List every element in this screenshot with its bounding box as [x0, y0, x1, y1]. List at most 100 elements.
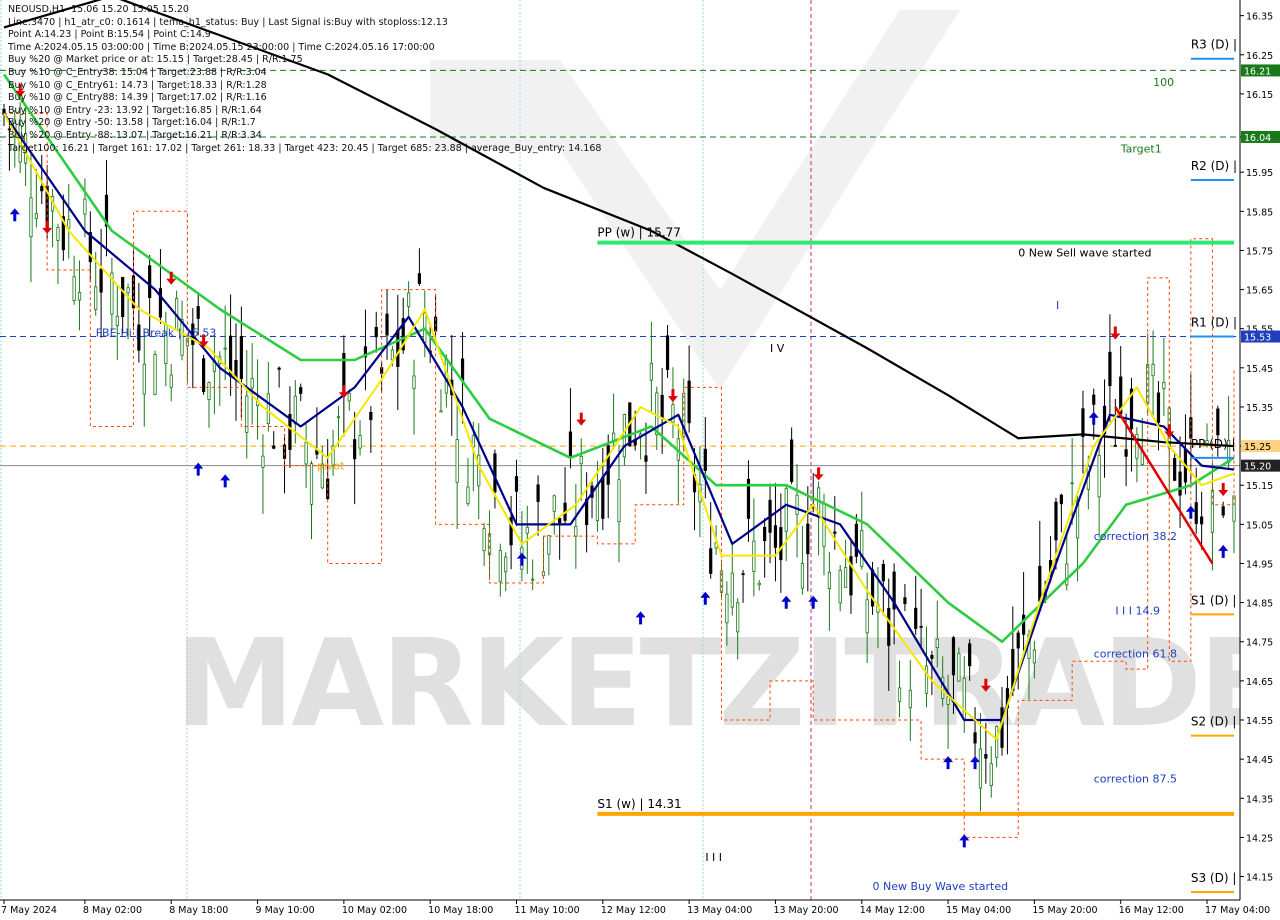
candle-body [1200, 516, 1204, 525]
candle-body [784, 488, 788, 532]
candle-body [978, 748, 983, 789]
y-tick-label: 15.75 [1246, 246, 1273, 257]
candle-body [617, 479, 621, 523]
candle-body [531, 578, 535, 581]
candle-body [67, 219, 71, 229]
info-line: Buy %10 @ C_Entry61: 14.73 | Target:18.3… [8, 79, 267, 91]
candle-body [29, 197, 33, 238]
candle-body [1221, 506, 1225, 516]
y-tick-label: 15.95 [1246, 168, 1273, 179]
price-tag-label: 16.21 [1244, 66, 1271, 77]
candle-body [353, 439, 357, 460]
chart-annotation: I [1056, 299, 1059, 312]
price-tag-label: 15.25 [1244, 442, 1271, 453]
candle-body [309, 463, 314, 505]
candle-body [908, 689, 912, 709]
candle-body [854, 523, 858, 557]
candle-body [1016, 632, 1020, 649]
candle-body [881, 563, 885, 582]
candle-body [660, 394, 664, 418]
x-tick-label: 10 May 18:00 [428, 905, 493, 916]
candle-body [1151, 363, 1155, 377]
candle-body [1070, 482, 1074, 485]
candle-body [196, 306, 200, 319]
candle-body [725, 593, 729, 624]
candle-body [407, 292, 411, 307]
candle-body [77, 292, 82, 301]
candle-body [838, 570, 842, 604]
candle-body [1081, 408, 1085, 437]
candle-body [1038, 565, 1042, 602]
y-tick-label: 14.65 [1246, 677, 1273, 688]
candle-body [493, 453, 497, 493]
candle-body [552, 495, 556, 512]
candle-body [973, 732, 977, 744]
chart-annotation: I V [770, 342, 785, 355]
info-line: Point A:14.23 | Point B:15.54 | Point C:… [8, 29, 211, 41]
candle-body [482, 528, 486, 552]
y-tick-label: 15.05 [1246, 520, 1273, 531]
candle-body [299, 387, 303, 394]
chart-annotation: pivot [317, 460, 345, 473]
y-tick-label: 14.95 [1246, 559, 1273, 570]
candle-body [649, 362, 653, 381]
candle-body [595, 484, 600, 521]
candle-body [1156, 392, 1161, 423]
y-tick-label: 15.85 [1246, 207, 1273, 218]
candle-body [962, 677, 966, 720]
y-tick-label: 14.45 [1246, 755, 1273, 766]
x-tick-label: 7 May 2024 [1, 905, 57, 916]
candle-body [860, 530, 864, 567]
candle-body [94, 286, 98, 310]
candle-body [951, 637, 956, 676]
candle-body [1108, 351, 1112, 387]
candle-body [558, 518, 562, 524]
x-tick-label: 8 May 02:00 [83, 905, 142, 916]
candle-body [741, 573, 745, 576]
candle-body [56, 227, 60, 241]
candle-body [277, 367, 281, 370]
candle-body [250, 378, 254, 389]
candle-body [968, 643, 972, 667]
candle-body [115, 315, 119, 326]
candle-body [455, 439, 459, 483]
candle-body [1173, 458, 1177, 481]
candle-body [169, 374, 173, 388]
candle-body [272, 445, 276, 449]
candle-body [579, 455, 583, 465]
info-line: Buy %20 @ Entry -50: 13.58 | Target:16.0… [8, 117, 256, 129]
x-tick-label: 15 May 04:00 [946, 905, 1011, 916]
candle-body [1022, 614, 1026, 635]
candle-body [1194, 502, 1198, 524]
candle-body [935, 638, 939, 648]
candle-body [568, 431, 573, 459]
candle-body [266, 393, 270, 424]
candle-body [827, 571, 831, 589]
candle-body [514, 476, 519, 492]
candle-body [439, 410, 443, 413]
price-tag-label: 15.53 [1244, 333, 1271, 344]
info-line: NEOUSD,H1 15.06 15.20 15.05 15.20 [8, 4, 189, 15]
info-line: Buy %20 @ Entry -88: 13.07 | Target:16.2… [8, 129, 262, 141]
x-tick-label: 17 May 04:00 [1205, 905, 1270, 916]
candle-body [369, 411, 373, 421]
info-line: Buy %20 @ Market price or at: 15.15 | Ta… [8, 54, 303, 66]
candle-body [126, 287, 130, 294]
candle-body [1135, 433, 1139, 459]
chart-annotation: 100 [1153, 76, 1174, 89]
chart-annotation: correction 38.2 [1094, 530, 1177, 543]
candle-body [477, 454, 481, 487]
candle-body [358, 434, 362, 449]
pivot-level-label: S1 (w) | 14.31 [597, 797, 681, 811]
y-tick-label: 14.55 [1246, 716, 1273, 727]
candle-body [498, 550, 502, 582]
candle-body [574, 526, 578, 537]
candle-body [897, 687, 902, 702]
x-tick-label: 9 May 10:00 [256, 905, 315, 916]
candle-body [99, 268, 103, 293]
candle-body [984, 754, 988, 759]
info-line: Target100: 16.21 | Target 161: 17.02 | T… [8, 142, 602, 154]
candle-body [142, 363, 146, 395]
candle-body [1124, 449, 1128, 457]
candle-body [957, 652, 961, 682]
